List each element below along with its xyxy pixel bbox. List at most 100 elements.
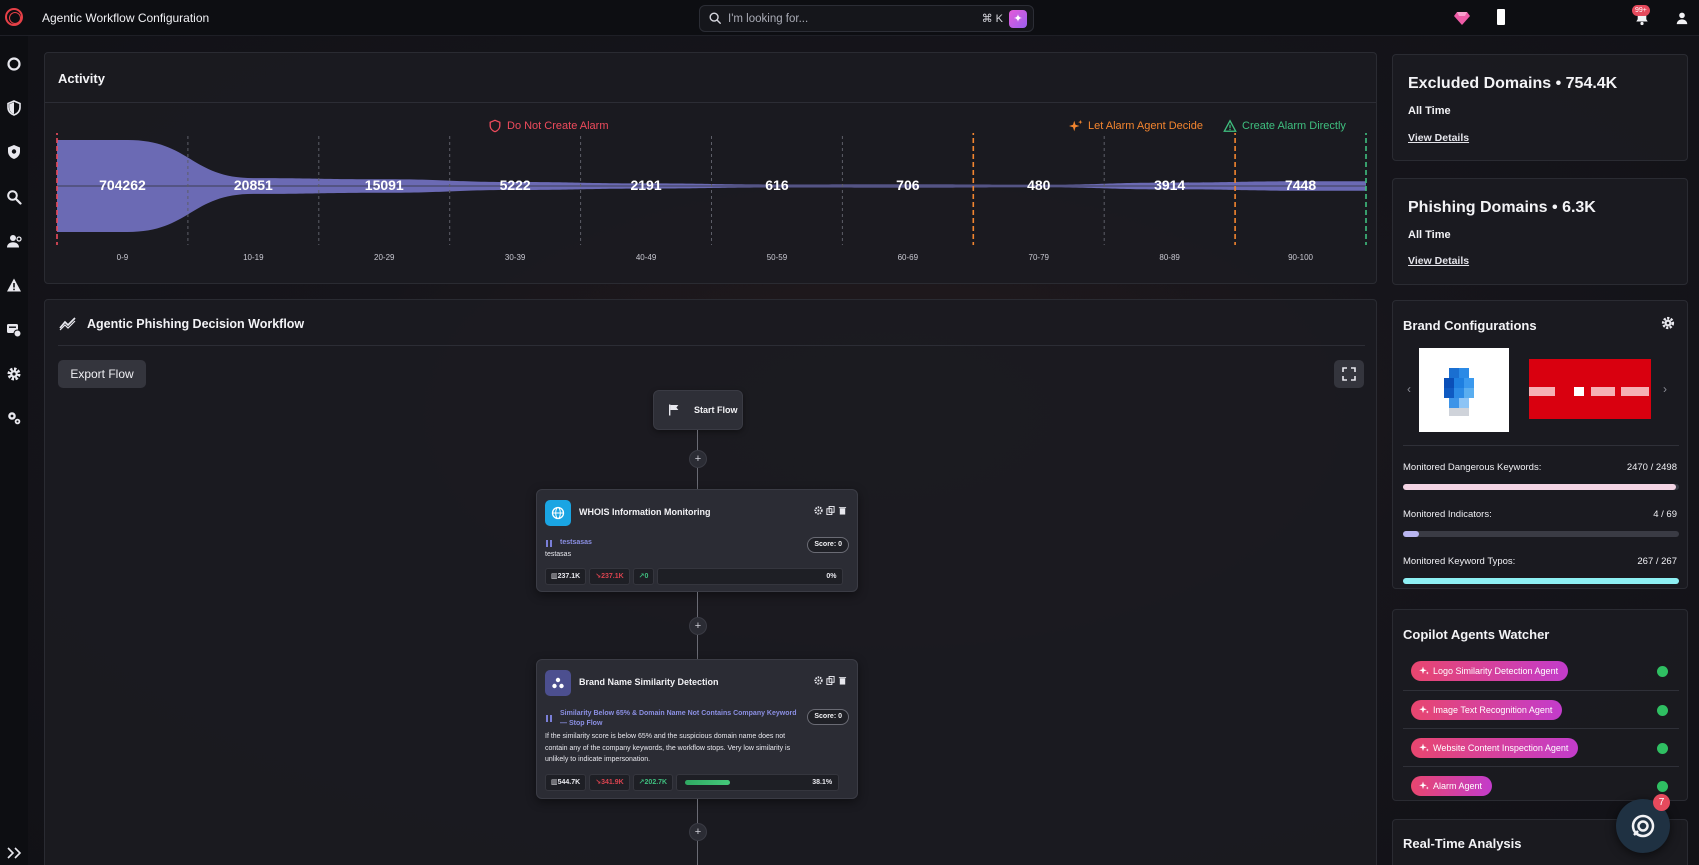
meter-keyword-typos-bar [1403,578,1679,584]
diamond-icon[interactable] [1454,11,1470,25]
workflow-node-whois[interactable]: WHOIS Information Monitoring testsasas t… [536,489,858,592]
bucket-label: 20-29 [374,253,395,262]
workflow-node-brand-similarity[interactable]: Brand Name Similarity Detection Similari… [536,659,858,799]
node-icon-box [545,500,571,526]
search-nav-icon[interactable] [6,189,22,205]
gear-icon[interactable] [814,506,823,515]
sparkle-icon [1069,119,1083,132]
progress-percent: 38.1% [812,779,833,786]
agent-row: Image Text Recognition Agent [1403,690,1679,727]
agent-pill[interactable]: Alarm Agent [1411,776,1493,796]
warning-outline-icon [1223,119,1237,132]
phishing-domains-title: Phishing Domains • 6.3K [1408,199,1596,216]
brand-title: Brand Configurations [1403,318,1537,333]
bucket-value: 5222 [499,177,531,193]
node-title: Brand Name Similarity Detection [579,677,719,687]
agent-status-dot [1657,743,1668,754]
copy-icon[interactable] [826,506,835,515]
meter-indicators-bar [1403,531,1679,537]
stat-stopped-value: 237.1K [601,573,624,580]
meter-dangerous-keywords-value: 2470 / 2498 [1626,462,1677,473]
bucket-value: 7448 [1284,177,1317,193]
nodes-icon [552,677,564,689]
gear-icon[interactable] [1661,316,1675,330]
legend-let-agent-decide-label: Let Alarm Agent Decide [1088,120,1203,132]
excluded-domains-card: Excluded Domains • 754.4K All Time View … [1392,54,1688,161]
expand-sidebar-icon[interactable] [6,847,22,859]
carousel-prev-icon[interactable]: ‹ [1407,382,1411,396]
gear-icon[interactable] [6,366,22,382]
meter-indicators-value: 4 / 69 [1653,509,1677,520]
phishing-domains-card: Phishing Domains • 6.3K All Time View De… [1392,178,1688,285]
assistant-icon [1631,814,1655,838]
activity-card: Activity Do Not Create Alarm Let Alarm A… [44,52,1377,284]
shield-icon[interactable] [6,144,22,160]
realtime-title: Real-Time Analysis [1403,836,1522,851]
node-stats: ▥544.7K ↘341.9K ↗202.7K 38.1% [545,774,840,791]
meter-fill [1403,578,1679,584]
bucket-label: 40-49 [635,253,657,262]
app-logo[interactable] [5,8,23,26]
phishing-view-details-link[interactable]: View Details [1408,255,1469,267]
agent-status-dot [1657,666,1668,677]
bucket-value: 2191 [630,177,662,193]
side-nav [0,36,28,865]
trend-icon [59,315,77,331]
search-shortcut: ⌘ K [981,13,1003,25]
brand-logo[interactable] [1529,359,1651,419]
copilot-agents-card: Copilot Agents Watcher Logo Similarity D… [1392,609,1688,801]
settings-gears-icon[interactable] [6,410,22,426]
legend-do-not-create: Do Not Create Alarm [488,119,608,133]
agent-pill[interactable]: Logo Similarity Detection Agent [1411,661,1569,681]
stat-passed-value: 202.7K [644,779,668,786]
excluded-period: All Time [1408,105,1451,117]
stat-stopped: ↘237.1K [589,568,630,585]
sparkle-icon [1419,705,1429,714]
node-actions [814,506,847,515]
legend-create-directly: Create Alarm Directly [1223,119,1346,133]
workflow-card: Agentic Phishing Decision Workflow Expor… [44,299,1377,865]
dashboard-icon[interactable] [6,56,22,72]
bucket-label: 90-100 [1288,253,1313,262]
carousel-next-icon[interactable]: › [1663,382,1667,396]
brand-logo[interactable] [1419,348,1509,432]
user-icon[interactable] [1675,11,1689,25]
node-condition: testsasas [560,539,592,546]
agent-pill[interactable]: Website Content Inspection Agent [1411,738,1579,758]
shield-half-icon[interactable] [6,100,22,116]
excluded-view-details-link[interactable]: View Details [1408,132,1469,144]
meter-fill [1403,484,1676,490]
trash-icon[interactable] [838,506,847,515]
activity-funnel-chart [56,133,1367,245]
global-search[interactable]: I'm looking for... ⌘ K ✦ [699,5,1034,32]
stat-stopped: ↘341.9K [589,774,630,791]
gear-icon[interactable] [814,676,823,685]
start-flow-node[interactable]: Start Flow [653,390,743,430]
node-score: Score: 0 [807,537,849,553]
add-step-button[interactable]: + [689,617,707,635]
ai-sparkle-button[interactable]: ✦ [1009,10,1027,28]
reports-icon[interactable] [6,322,22,338]
search-input[interactable]: I'm looking for... [728,13,808,25]
alert-icon[interactable] [6,277,22,293]
fullscreen-button[interactable] [1334,360,1364,388]
agent-status-dot [1657,705,1668,716]
progress-percent: 0% [826,573,837,580]
add-step-button[interactable]: + [689,450,707,468]
trash-icon[interactable] [838,676,847,685]
bucket-label: 70-79 [1028,253,1049,262]
progress-fill [685,780,731,785]
export-flow-button[interactable]: Export Flow [58,360,146,388]
search-icon [708,11,722,25]
agent-pill[interactable]: Image Text Recognition Agent [1411,700,1563,720]
add-step-button[interactable]: + [689,823,707,841]
excluded-domains-title: Excluded Domains • 754.4K [1408,75,1618,92]
brand-configurations-card: Brand Configurations ‹ › Monitored Dange… [1392,300,1688,589]
node-icon-box [545,670,571,696]
pause-icon [546,540,552,547]
notification-badge: 99+ [1632,5,1650,16]
agent-name: Image Text Recognition Agent [1433,705,1553,715]
bucket-value: 704262 [99,177,146,193]
users-icon[interactable] [6,233,22,249]
copy-icon[interactable] [826,676,835,685]
